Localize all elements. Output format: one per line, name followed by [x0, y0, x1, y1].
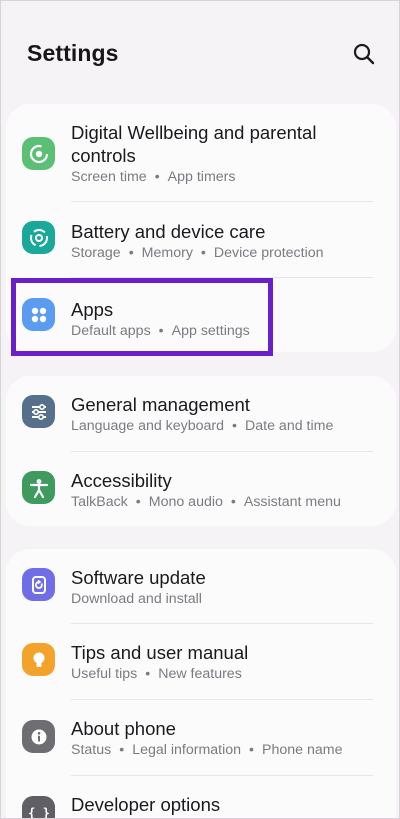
subtitle-part: TalkBack — [71, 494, 128, 510]
menu-item-software-update[interactable]: Software update Download and install — [6, 549, 396, 623]
menu-item-about-phone[interactable]: About phone Status • Legal information • Pho… — [6, 700, 396, 775]
separator-dot: • — [119, 742, 125, 758]
about-phone-icon — [22, 720, 55, 753]
svg-text:{ }: { } — [29, 806, 49, 819]
item-title: Software update — [71, 567, 206, 588]
subtitle-part: Screen time — [71, 169, 147, 185]
subtitle-part: Storage — [71, 245, 121, 261]
item-subtitle: TalkBack • Mono audio • Assistant menu — [71, 493, 341, 511]
separator-dot: • — [249, 742, 255, 758]
settings-group-3: Software update Download and install Tip… — [6, 549, 396, 819]
item-title: Tips and user manual — [71, 642, 249, 663]
subtitle-part: Status — [71, 742, 112, 758]
subtitle-part: Default apps — [71, 323, 151, 339]
separator-dot: • — [154, 169, 160, 185]
subtitle-part: Download and install — [71, 591, 202, 607]
subtitle-part: Device protection — [213, 245, 324, 261]
separator-dot: • — [135, 494, 141, 510]
item-subtitle: Status • Legal information • Phone name — [71, 741, 342, 759]
subtitle-part: Legal information — [132, 742, 242, 758]
software-update-icon — [22, 568, 55, 601]
device-care-icon — [22, 221, 55, 254]
app-header: Settings — [0, 0, 400, 104]
tips-icon — [22, 643, 55, 676]
separator-dot: • — [158, 323, 164, 339]
accessibility-icon — [22, 471, 55, 504]
subtitle-part: Memory — [141, 245, 193, 261]
item-title-line2: controls — [71, 145, 136, 166]
menu-item-digital-wellbeing[interactable]: Digital Wellbeing and parental controls … — [6, 104, 396, 200]
settings-group-2: General management Language and keyboard… — [6, 376, 396, 526]
separator-dot: • — [200, 245, 206, 261]
item-subtitle: Default apps • App settings — [71, 322, 250, 340]
subtitle-part: Mono audio — [148, 494, 223, 510]
subtitle-part: Date and time — [245, 418, 334, 434]
item-title: Accessibility — [71, 470, 172, 491]
menu-item-battery-device-care[interactable]: Battery and device care Storage • Memory • D… — [6, 202, 396, 278]
separator-dot: • — [232, 418, 238, 434]
separator-dot: • — [230, 494, 236, 510]
item-subtitle: Storage • Memory • Device protection — [71, 244, 324, 262]
item-title-line1: Digital Wellbeing and parental — [71, 122, 317, 143]
separator-dot: • — [128, 245, 134, 261]
item-subtitle: Useful tips • New features — [71, 665, 242, 683]
menu-item-apps[interactable]: Apps Default apps • App settings — [6, 278, 396, 352]
separator-dot: • — [145, 666, 151, 682]
item-subtitle: Screen time • App timers — [71, 168, 235, 186]
item-title: General management — [71, 394, 250, 415]
apps-icon — [22, 298, 55, 331]
subtitle-part: New features — [158, 666, 242, 682]
item-title: Developer options — [71, 794, 221, 815]
item-title: Apps — [71, 299, 114, 320]
digital-wellbeing-icon — [22, 137, 55, 170]
page-title: Settings — [27, 40, 119, 66]
subtitle-part: Phone name — [262, 742, 343, 758]
search-button[interactable] — [350, 40, 378, 68]
subtitle-part: Useful tips — [71, 666, 138, 682]
general-management-icon — [22, 395, 55, 428]
menu-item-developer-options[interactable]: { } Developer options — [6, 776, 396, 819]
menu-item-accessibility[interactable]: Accessibility TalkBack • Mono audio • Assist… — [6, 452, 396, 526]
item-subtitle: Language and keyboard • Date and time — [71, 417, 333, 435]
developer-options-icon: { } — [22, 796, 55, 819]
item-subtitle: Download and install — [71, 590, 202, 608]
menu-item-general-management[interactable]: General management Language and keyboard… — [6, 376, 396, 451]
item-title: Battery and device care — [71, 221, 266, 242]
item-title: About phone — [71, 718, 176, 739]
subtitle-part: App timers — [167, 169, 236, 185]
subtitle-part: App settings — [171, 323, 250, 339]
settings-group-1: Digital Wellbeing and parental controls … — [6, 104, 396, 352]
menu-item-tips-user-manual[interactable]: Tips and user manual Useful tips • New fea… — [6, 624, 396, 699]
search-icon — [353, 43, 375, 65]
subtitle-part: Assistant menu — [243, 494, 341, 510]
subtitle-part: Language and keyboard — [71, 418, 225, 434]
